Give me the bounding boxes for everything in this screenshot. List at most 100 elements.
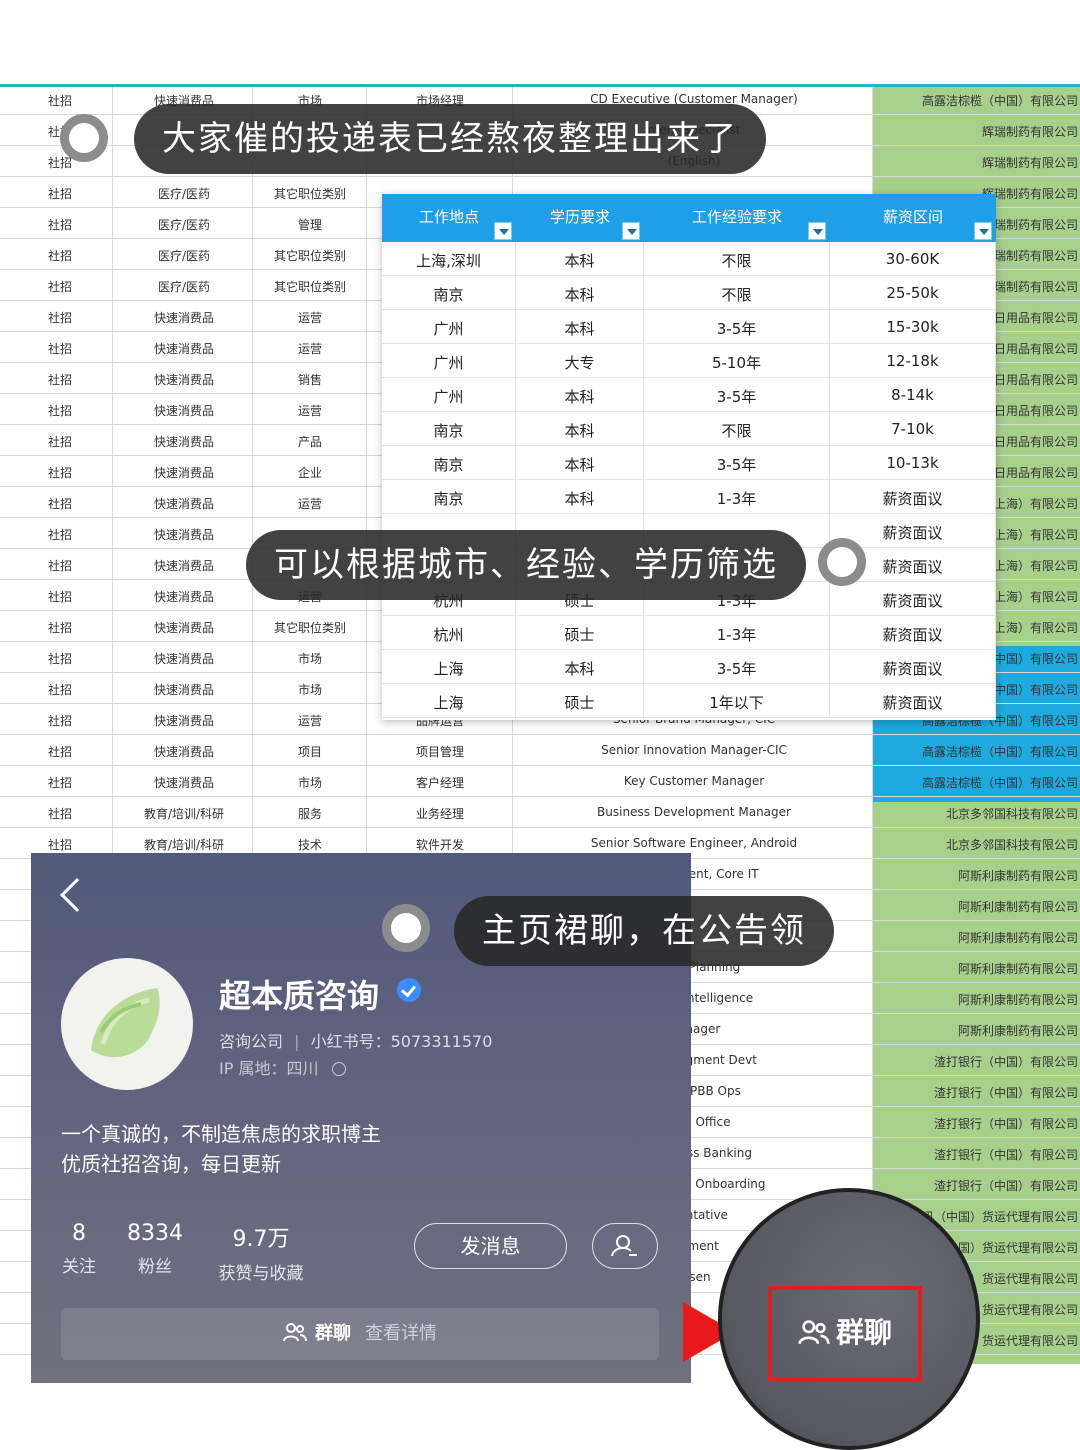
header-experience[interactable]: 工作经验要求 (644, 194, 830, 242)
sheet-cell: 渣打银行（中国）有限公司 (933, 1148, 1078, 1162)
filter-table-body: 上海,深圳 本科 不限 30-60K 南京 本科 不限 25-50k 广州 本科 3-5年 15-30… (382, 242, 996, 718)
sheet-cell: 快速消费品 (153, 683, 214, 697)
filter-dropdown-icon[interactable] (974, 222, 992, 240)
sheet-cell: 社招 (47, 776, 72, 790)
header-salary[interactable]: 薪资区间 (830, 194, 996, 242)
table-cell: 12-18k (830, 344, 996, 377)
table-cell: 本科 (516, 242, 644, 275)
sheet-cell: 辉瑞制药有限公司 (981, 125, 1078, 139)
sheet-cell: 阿斯利康制药有限公司 (957, 962, 1078, 976)
sheet-cell: 快速消费品 (153, 435, 214, 449)
table-cell: 本科 (516, 412, 644, 445)
table-cell: 薪资面议 (830, 616, 996, 649)
sheet-cell: 渣打银行（中国）有限公司 (933, 1086, 1078, 1100)
sheet-row: 社招 快速消费品 项目 项目管理 Senior Innovation Manager-C… (0, 735, 1080, 766)
sheet-cell: 运营 (297, 404, 322, 418)
profile-category: 咨询公司 (219, 1032, 284, 1051)
sheet-cell: Senior Software Engineer, Android (590, 836, 798, 850)
sheet-cell: 快速消费品 (153, 404, 214, 418)
table-cell: 南京 (382, 480, 516, 513)
sheet-cell: 项目 (297, 745, 322, 759)
group-chat-label: 群聊 (315, 1323, 351, 1344)
filter-dropdown-icon[interactable] (808, 222, 826, 240)
table-cell: 大专 (516, 344, 644, 377)
filter-table-header: 工作地点 学历要求 工作经验要求 薪资区间 (382, 194, 996, 242)
sheet-cell: 社招 (47, 559, 72, 573)
profile-name: 超本质咨询 (219, 977, 380, 1015)
back-icon[interactable] (60, 878, 94, 912)
table-cell: 3-5年 (644, 446, 830, 479)
sheet-cell: 软件开发 (415, 838, 464, 852)
sheet-cell: 社招 (47, 807, 72, 821)
table-row: 上海,深圳 本科 不限 30-60K (382, 242, 996, 276)
stat-following[interactable]: 8 关注 (59, 1221, 99, 1277)
table-row: 上海 硕士 1年以下 薪资面议 (382, 684, 996, 718)
table-cell: 杭州 (382, 616, 516, 649)
sheet-cell: 产品 (297, 435, 322, 449)
sheet-cell: 社招 (47, 187, 72, 201)
sheet-cell: 运营 (297, 714, 322, 728)
sheet-cell: 辉瑞制药有限公司 (981, 156, 1078, 170)
sheet-cell: 快速消费品 (153, 559, 214, 573)
sheet-cell: 阿斯利康制药有限公司 (957, 1024, 1078, 1038)
stat-likes[interactable]: 9.7万 获赞与收藏 (211, 1221, 311, 1284)
header-location[interactable]: 工作地点 (382, 194, 516, 242)
sheet-cell: Key Customer Manager (623, 774, 765, 788)
table-cell: 不限 (644, 242, 830, 275)
sheet-cell: Business Development Manager (597, 805, 791, 819)
info-icon[interactable] (331, 1062, 346, 1076)
sheet-cell: 快速消费品 (153, 714, 214, 728)
sheet-cell: 社招 (47, 590, 72, 604)
sheet-cell: 阿斯利康制药有限公司 (957, 993, 1078, 1007)
table-cell: 本科 (516, 378, 644, 411)
table-cell: 广州 (382, 378, 516, 411)
header-education[interactable]: 学历要求 (516, 194, 644, 242)
sheet-cell: 市场 (297, 683, 322, 697)
filter-dropdown-icon[interactable] (622, 222, 640, 240)
sheet-cell: 阿斯利康制药有限公司 (957, 900, 1078, 914)
sheet-cell: 医疗/医药 (157, 187, 211, 201)
sheet-cell: 社招 (47, 466, 72, 480)
sheet-cell: 快速消费品 (153, 466, 214, 480)
table-cell: 本科 (516, 310, 644, 343)
verified-icon (397, 978, 421, 1002)
caption-bullet-icon (818, 538, 866, 586)
sheet-cell: 企业 (297, 466, 322, 480)
zoom-group-chat[interactable]: 群聊 (768, 1286, 922, 1382)
table-cell: 15-30k (830, 310, 996, 343)
sheet-cell: 快速消费品 (153, 528, 214, 542)
sheet-cell: 社招 (47, 497, 72, 511)
table-cell: 7-10k (830, 412, 996, 445)
table-cell: 不限 (644, 276, 830, 309)
sheet-cell: 快速消费品 (153, 311, 214, 325)
table-cell: 30-60K (830, 242, 996, 275)
avatar[interactable] (61, 958, 193, 1090)
sheet-cell: 市场 (297, 652, 322, 666)
sheet-cell: 管理 (297, 218, 322, 232)
sheet-cell: Senior Innovation Manager-CIC (601, 743, 787, 757)
sheet-cell: 运营 (297, 311, 322, 325)
table-row: 广州 本科 3-5年 15-30k (382, 310, 996, 344)
sheet-cell: 其它职位类别 (273, 280, 346, 294)
sheet-cell: 高露洁棕榄（中国）有限公司 (921, 776, 1078, 790)
sheet-cell: 医疗/医药 (157, 249, 211, 263)
sheet-cell: 教育/培训/科研 (143, 838, 225, 852)
table-cell: 薪资面议 (830, 582, 996, 615)
caption-bottom: 主页裙聊，在公告领 (454, 896, 834, 966)
stat-followers[interactable]: 8334 粉丝 (123, 1221, 187, 1277)
sheet-cell: 高露洁棕榄（中国）有限公司 (921, 94, 1078, 108)
sheet-cell: 阿斯利康制药有限公司 (957, 931, 1078, 945)
group-chat-bar[interactable]: 群聊 查看详情 (61, 1308, 659, 1360)
table-cell: 本科 (516, 276, 644, 309)
sheet-cell: 医疗/医药 (157, 280, 211, 294)
sheet-top-border (0, 84, 1080, 87)
filter-dropdown-icon[interactable] (494, 222, 512, 240)
table-cell: 硕士 (516, 684, 644, 717)
follow-button[interactable] (592, 1223, 658, 1269)
sheet-row: 社招 快速消费品 市场 客户经理 Key Customer Manager 高露洁棕榄（中… (0, 766, 1080, 797)
group-chat-detail: 查看详情 (365, 1323, 437, 1344)
send-message-button[interactable]: 发消息 (414, 1223, 567, 1269)
sheet-cell: 社招 (47, 94, 72, 108)
sheet-cell: 销售 (297, 373, 322, 387)
caption-middle: 可以根据城市、经验、学历筛选 (246, 530, 806, 600)
